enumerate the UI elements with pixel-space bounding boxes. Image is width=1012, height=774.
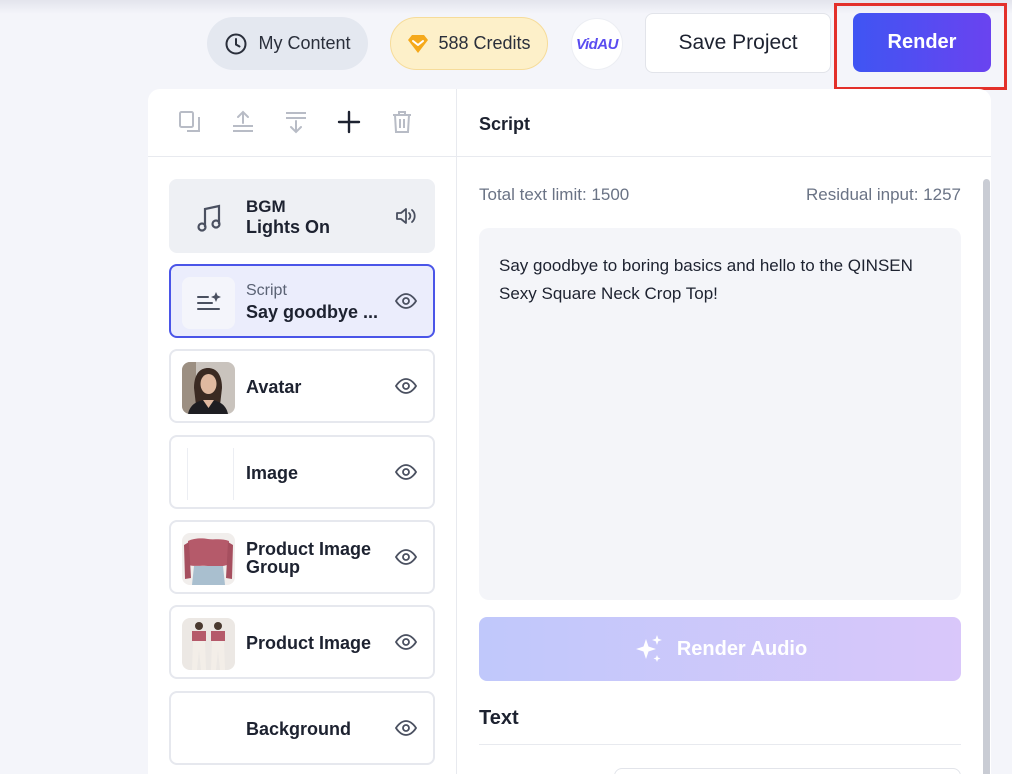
eye-icon xyxy=(394,378,418,394)
text-section-title: Text xyxy=(479,707,519,729)
bgm-thumb xyxy=(182,192,235,244)
render-audio-label: Render Audio xyxy=(676,637,808,660)
visibility-toggle-script[interactable] xyxy=(394,292,418,310)
trash-icon xyxy=(393,111,411,133)
duplicate-button[interactable] xyxy=(177,109,203,135)
toolbar-divider xyxy=(148,156,456,157)
save-project-button[interactable]: Save Project xyxy=(645,13,831,73)
render-audio-button[interactable]: Render Audio xyxy=(479,617,961,681)
avatar-thumb xyxy=(182,362,235,414)
credits-button[interactable]: 588 Credits xyxy=(390,17,548,70)
visibility-toggle-product-image[interactable] xyxy=(394,633,418,651)
avatar-layer-name: Avatar xyxy=(246,377,302,397)
bgm-track-name: Lights On xyxy=(246,217,330,237)
layer-toolbar xyxy=(148,89,456,156)
sparkle-icon xyxy=(635,635,662,662)
top-shadow xyxy=(0,0,1012,14)
bgm-label: BGM xyxy=(246,197,286,216)
residual-input: Residual input: 1257 xyxy=(805,185,961,204)
eye-icon xyxy=(394,720,418,736)
move-up-icon xyxy=(233,110,253,132)
background-layer-name: Background xyxy=(246,719,352,739)
script-textarea[interactable]: Say goodbye to boring basics and hello t… xyxy=(479,228,961,600)
script-thumb xyxy=(182,277,235,329)
volume-toggle[interactable] xyxy=(395,207,417,225)
eye-icon xyxy=(394,549,418,565)
script-scrollbar[interactable] xyxy=(983,179,990,774)
layer-bgm[interactable]: BGM Lights On xyxy=(169,179,435,253)
visibility-toggle-image[interactable] xyxy=(394,463,418,481)
editor-panel: BGM Lights On Script Say goodbye ... Ava… xyxy=(148,89,991,774)
layer-product-image-group[interactable]: Product Image Group xyxy=(169,520,435,594)
product-image xyxy=(182,618,235,670)
product-group-name-line2: Group xyxy=(246,557,300,577)
product-image-layer-name: Product Image xyxy=(246,633,372,653)
visibility-toggle-background[interactable] xyxy=(394,719,418,737)
add-layer-button[interactable] xyxy=(336,109,362,135)
script-label: Script xyxy=(246,282,287,299)
eye-icon xyxy=(394,293,418,309)
script-section-title: Script xyxy=(479,114,531,134)
delete-layer-button[interactable] xyxy=(389,109,415,135)
avatar-image xyxy=(182,362,235,414)
product-group-image xyxy=(182,533,235,585)
vidau-logo[interactable]: VidAU xyxy=(571,18,623,70)
product-image-thumb xyxy=(182,618,235,670)
layer-avatar[interactable]: Avatar xyxy=(169,349,435,423)
visibility-toggle-avatar[interactable] xyxy=(394,377,418,395)
eye-icon xyxy=(394,634,418,650)
layer-background[interactable]: Background xyxy=(169,691,435,765)
column-divider xyxy=(456,89,457,774)
move-up-button[interactable] xyxy=(230,109,256,135)
logo-text: VidAU xyxy=(576,35,618,53)
visibility-toggle-product-group[interactable] xyxy=(394,548,418,566)
diamond-icon xyxy=(408,34,429,53)
text-sparkle-icon xyxy=(197,292,221,310)
render-button[interactable]: Render xyxy=(853,13,991,72)
clock-icon xyxy=(225,33,247,54)
image-thumb xyxy=(187,448,234,500)
my-content-button[interactable]: My Content xyxy=(207,17,368,70)
my-content-label: My Content xyxy=(258,33,351,53)
speaker-icon xyxy=(396,208,416,224)
credits-label: 588 Credits xyxy=(438,33,531,53)
text-input[interactable] xyxy=(614,768,961,774)
script-header-divider xyxy=(457,156,991,157)
music-note-icon xyxy=(197,204,221,232)
product-group-thumb xyxy=(182,533,235,585)
script-preview: Say goodbye ... xyxy=(246,302,379,322)
plus-icon xyxy=(337,110,361,134)
image-layer-name: Image xyxy=(246,463,299,483)
save-project-label: Save Project xyxy=(678,31,798,54)
layer-script[interactable]: Script Say goodbye ... xyxy=(169,264,435,338)
render-label: Render xyxy=(887,31,957,53)
move-down-button[interactable] xyxy=(283,109,309,135)
copy-icon xyxy=(179,111,200,132)
layer-image[interactable]: Image xyxy=(169,435,435,509)
layer-product-image[interactable]: Product Image xyxy=(169,605,435,679)
text-section-divider xyxy=(479,744,961,745)
move-down-icon xyxy=(286,112,306,134)
eye-icon xyxy=(394,464,418,480)
text-limit: Total text limit: 1500 xyxy=(479,185,630,204)
